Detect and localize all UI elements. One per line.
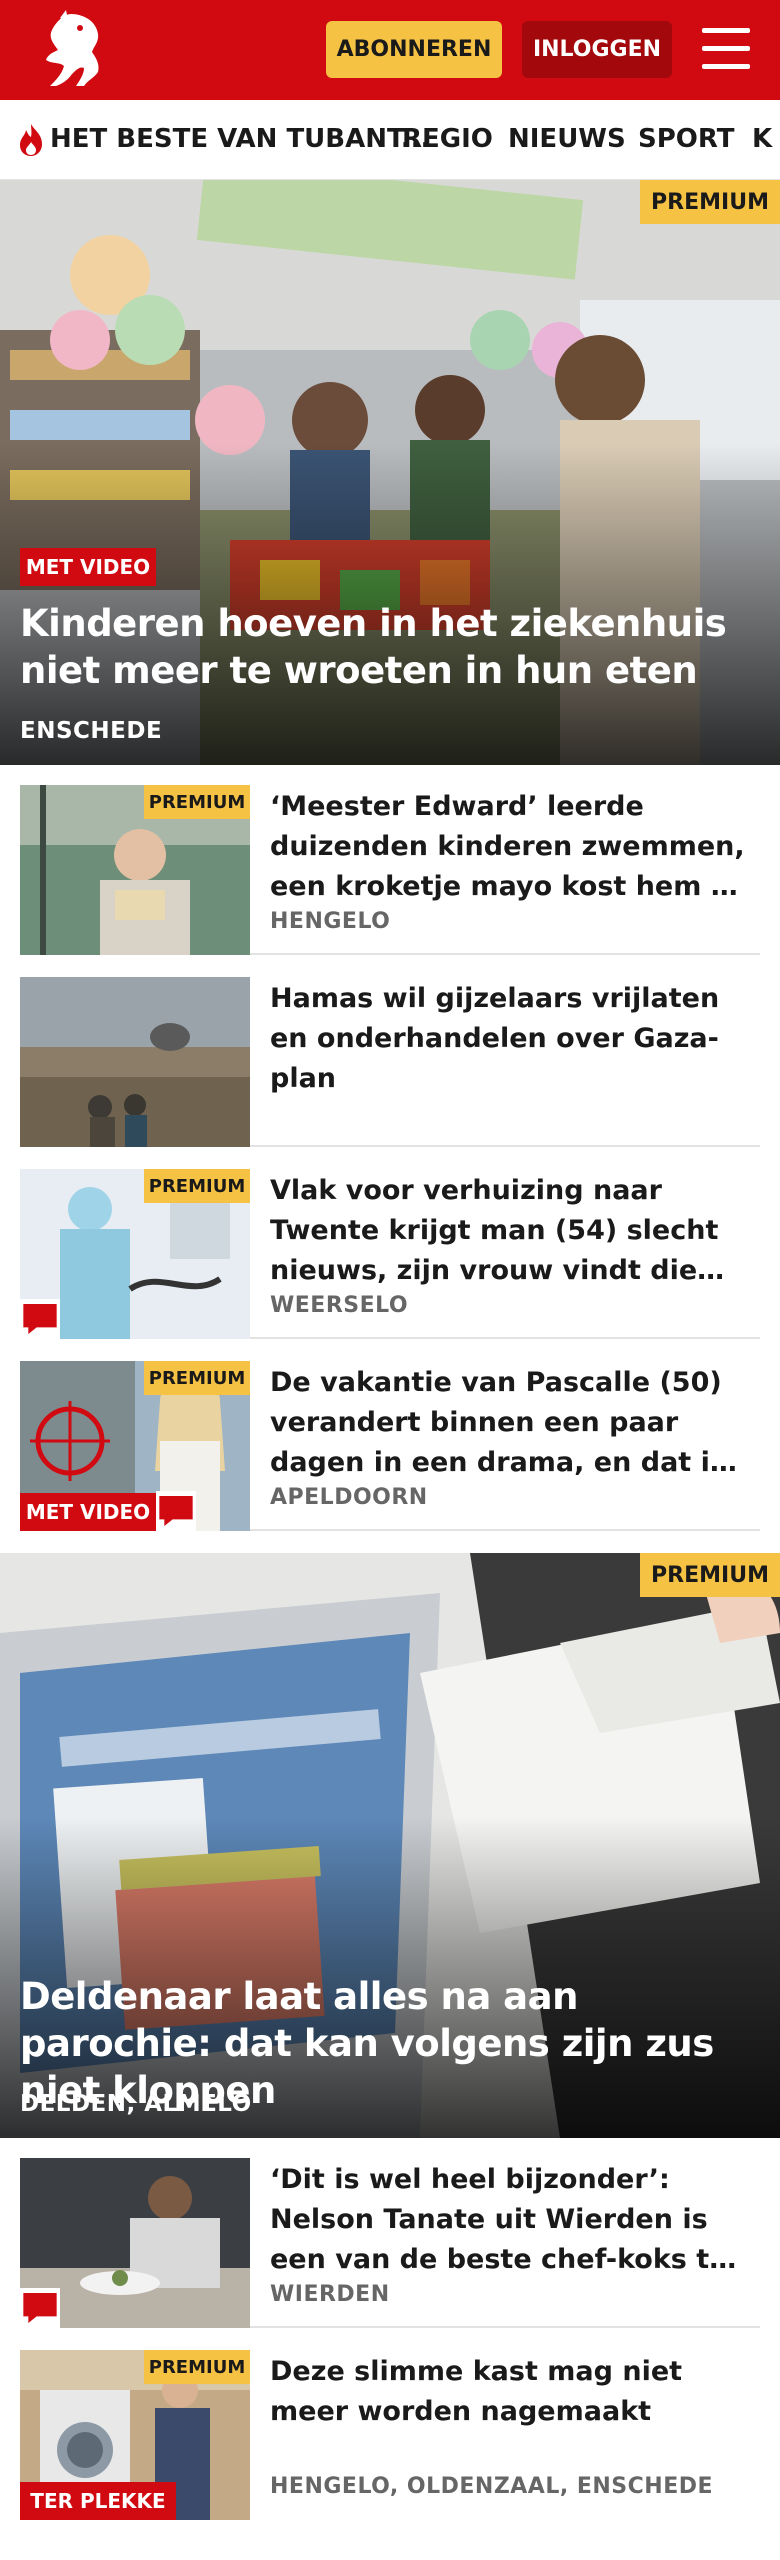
nav-item-nieuws[interactable]: NIEUWS xyxy=(508,124,626,154)
hamburger-menu-icon[interactable] xyxy=(702,28,750,70)
list-item[interactable]: PREMIUM MET VIDEO De vakantie van Pascal… xyxy=(20,1341,760,1531)
article-place: WEERSELO xyxy=(270,1293,409,1318)
hero-article[interactable]: PREMIUM MET VIDEO Kinderen hoeven in het… xyxy=(0,180,780,765)
nav-item-regio[interactable]: REGIO xyxy=(402,124,493,154)
article-title[interactable]: Vlak voor verhuizing naar Twente krijgt … xyxy=(270,1171,750,1291)
article-place: WIERDEN xyxy=(270,2282,390,2307)
site-header: ABONNEREN INLOGGEN xyxy=(0,0,780,100)
article-place: APELDOORN xyxy=(270,1485,428,1510)
video-badge: MET VIDEO xyxy=(20,548,156,586)
premium-badge: PREMIUM xyxy=(144,1361,250,1395)
comment-icon xyxy=(156,1491,196,1531)
nav-item-sport[interactable]: SPORT xyxy=(638,124,734,154)
hero-place: DELDEN, ALMELO xyxy=(20,2091,252,2117)
article-title[interactable]: ‘Dit is wel heel bijzonder’: Nelson Tana… xyxy=(270,2160,750,2280)
article-place: HENGELO, OLDENZAAL, ENSCHEDE xyxy=(270,2474,714,2499)
article-thumbnail: PREMIUM MET VIDEO xyxy=(20,1361,250,1531)
article-thumbnail xyxy=(20,977,250,1147)
login-button[interactable]: INLOGGEN xyxy=(522,21,672,78)
comment-icon xyxy=(20,1299,60,1339)
nav-item-cut-off[interactable]: K xyxy=(752,124,772,154)
article-title[interactable]: De vakantie van Pascalle (50) verandert … xyxy=(270,1363,750,1483)
subscribe-button[interactable]: ABONNEREN xyxy=(326,21,502,78)
hero-place: ENSCHEDE xyxy=(20,718,163,744)
tubantia-horse-logo[interactable] xyxy=(36,8,106,92)
premium-badge: PREMIUM xyxy=(144,1169,250,1203)
comment-icon xyxy=(20,2288,60,2328)
section-nav: HET BESTE VAN TUBANT... REGIO NIEUWS SPO… xyxy=(0,100,780,180)
list-item[interactable]: PREMIUM ‘Meester Edward’ leerde duizende… xyxy=(20,765,760,955)
article-thumbnail: PREMIUM xyxy=(20,1169,250,1339)
premium-badge: PREMIUM xyxy=(640,180,780,224)
premium-badge: PREMIUM xyxy=(144,2350,250,2384)
video-badge: MET VIDEO xyxy=(20,1493,156,1531)
article-thumbnail: PREMIUM TER PLEKKE xyxy=(20,2350,250,2520)
list-item[interactable]: PREMIUM Vlak voor verhuizing naar Twente… xyxy=(20,1149,760,1339)
list-item[interactable]: PREMIUM TER PLEKKE Deze slimme kast mag … xyxy=(20,2330,760,2520)
article-title[interactable]: ‘Meester Edward’ leerde duizenden kinder… xyxy=(270,787,750,907)
article-place: HENGELO xyxy=(270,909,391,934)
nav-item-best-of[interactable]: HET BESTE VAN TUBANT... xyxy=(50,124,430,154)
hero-title[interactable]: Kinderen hoeven in het ziekenhuis niet m… xyxy=(20,600,740,694)
article-title[interactable]: Deze slimme kast mag niet meer worden na… xyxy=(270,2352,750,2432)
list-item[interactable]: Hamas wil gijzelaars vrijlaten en onderh… xyxy=(20,957,760,1147)
ter-plekke-badge: TER PLEKKE xyxy=(20,2482,176,2520)
article-thumbnail xyxy=(20,2158,250,2328)
premium-badge: PREMIUM xyxy=(144,785,250,819)
flame-icon xyxy=(20,124,42,156)
list-item[interactable]: ‘Dit is wel heel bijzonder’: Nelson Tana… xyxy=(20,2138,760,2328)
article-thumbnail: PREMIUM xyxy=(20,785,250,955)
premium-badge: PREMIUM xyxy=(640,1553,780,1597)
article-title[interactable]: Hamas wil gijzelaars vrijlaten en onderh… xyxy=(270,979,750,1099)
hero-article[interactable]: PREMIUM Deldenaar laat alles na aan paro… xyxy=(0,1553,780,2138)
